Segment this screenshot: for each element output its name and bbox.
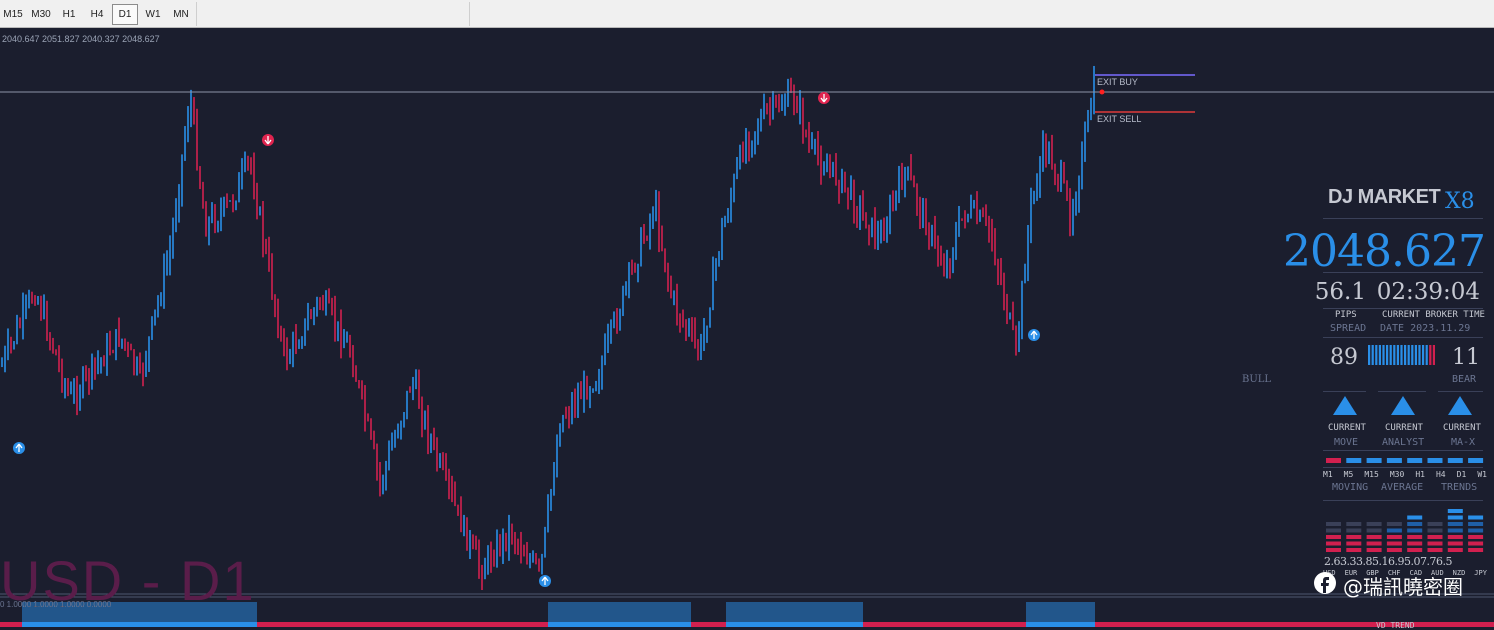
broker-time-value: 02:39:04	[1376, 279, 1480, 305]
analyst-current-label: CURRENT	[1385, 423, 1423, 433]
site-watermark-text: @瑞訊曉密圈	[1343, 575, 1463, 599]
move-label: MOVE	[1334, 437, 1359, 448]
ohlc-readout: 2040.647 2051.827 2040.327 2048.627	[2, 34, 160, 44]
timeframe-trend-bars	[1326, 458, 1484, 463]
sell-signal-arrow-icon	[262, 134, 274, 146]
current-broker-time-label: CURRENT BROKER TIME	[1382, 310, 1485, 320]
buy-signal-arrow-icon	[539, 575, 551, 587]
bear-value: 11	[1452, 345, 1480, 370]
currency-strength-values: 2.63.33.85.16.95.07.76.5	[1324, 555, 1452, 568]
current-price: 2048.627	[1283, 226, 1486, 277]
date-label: DATE 2023.11.29	[1380, 323, 1471, 334]
ma-x-label: MA-X	[1451, 437, 1476, 448]
signal-arrows	[1333, 396, 1472, 415]
currency-strength-bars	[1326, 509, 1484, 552]
exit-buy-label: EXIT BUY	[1097, 77, 1138, 87]
moving-label: MOVING	[1332, 482, 1369, 493]
bull-label: BULL	[1242, 374, 1272, 385]
price-chart[interactable]	[0, 0, 1494, 627]
analyst-up-arrow-icon	[1391, 396, 1415, 415]
bear-label: BEAR	[1452, 374, 1477, 385]
move-current-label: CURRENT	[1328, 423, 1366, 433]
dj-market-panel: DJ MARKET X8 2048.627 56.1 02:39:04 PIPS…	[1283, 180, 1490, 630]
vd-trend-label: VD TREND	[1376, 621, 1415, 630]
bull-trend-band	[1026, 622, 1095, 627]
bull-value: 89	[1330, 345, 1358, 370]
buy-signal-arrow-icon	[13, 442, 25, 454]
pips-label: PIPS	[1335, 310, 1357, 320]
buy-signal-arrow-icon	[1028, 329, 1040, 341]
bull-trend-band	[548, 622, 691, 627]
ma-x-current-label: CURRENT	[1443, 423, 1481, 433]
bull-trend-band	[22, 622, 257, 627]
site-logo-icon	[1314, 572, 1336, 594]
trend-timeframe-labels: M1 M5 M15 M30 H1 H4 D1 W1	[1323, 470, 1487, 479]
average-label: AVERAGE	[1381, 482, 1424, 493]
sell-signal-arrow-icon	[818, 92, 830, 104]
bull-trend-band	[726, 622, 863, 627]
indicator-readout: 0 1.0000 1.0000 1.0000 0.0000	[0, 600, 112, 609]
trends-label: TRENDS	[1441, 482, 1478, 493]
spread-label: SPREAD	[1330, 323, 1367, 334]
ma-x-up-arrow-icon	[1448, 396, 1472, 415]
pips-value: 56.1	[1314, 279, 1366, 305]
panel-logo: DJ MARKET	[1328, 186, 1441, 208]
analyst-label: ANALYST	[1382, 437, 1425, 448]
price-marker-dot	[1099, 89, 1105, 95]
move-up-arrow-icon	[1333, 396, 1357, 415]
exit-sell-label: EXIT SELL	[1097, 114, 1142, 124]
panel-edition: X8	[1445, 189, 1475, 214]
bull-bear-meter	[1368, 345, 1435, 365]
